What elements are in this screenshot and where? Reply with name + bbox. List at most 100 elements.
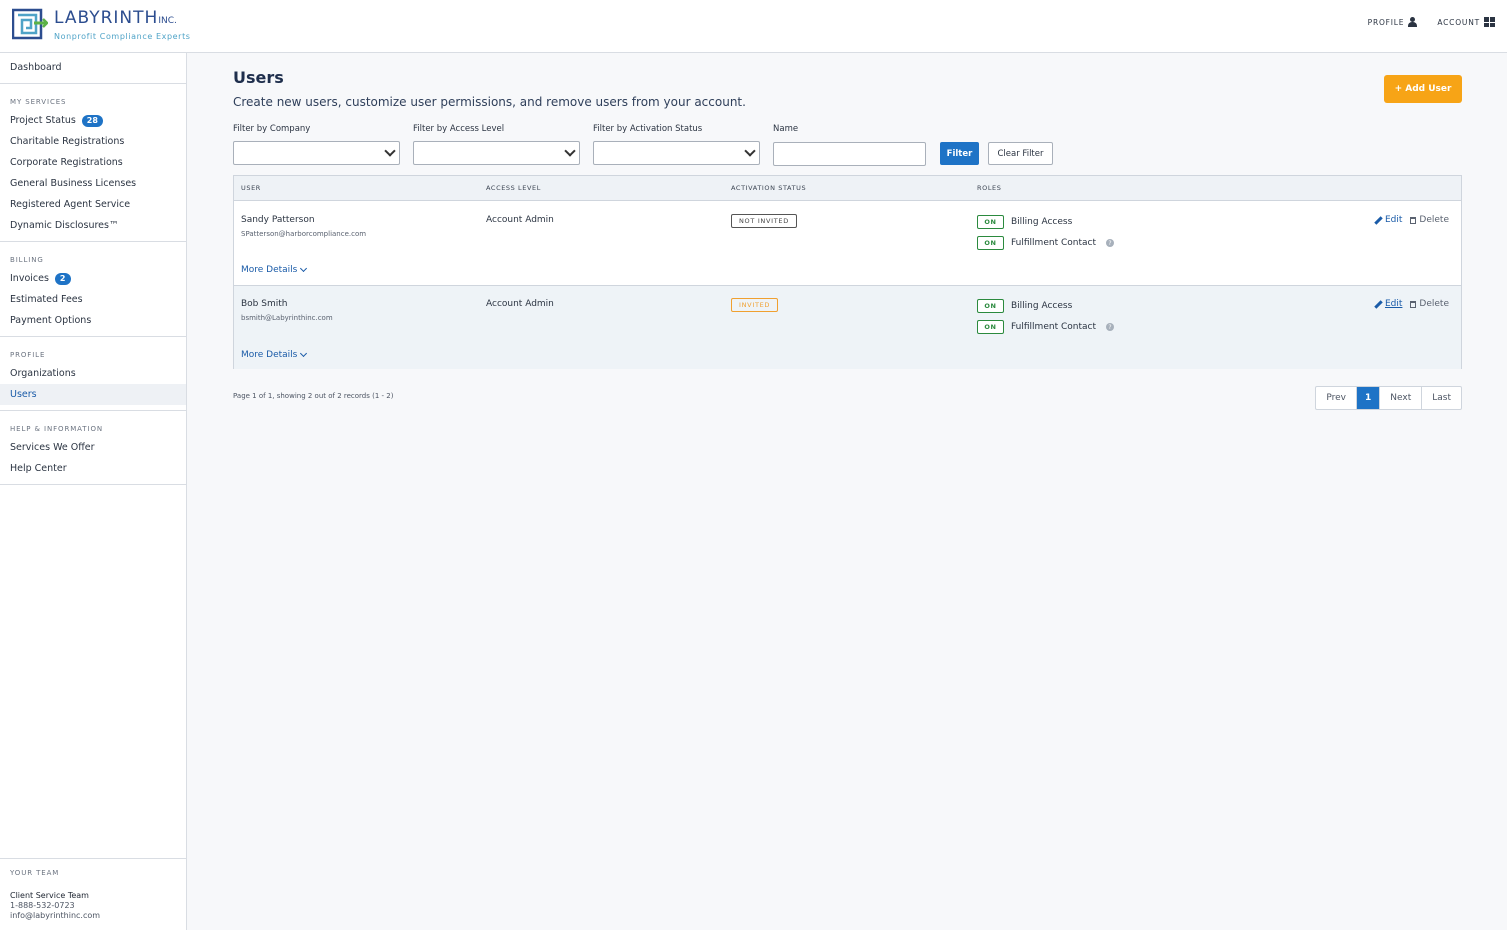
sidebar-item-estimated-fees[interactable]: Estimated Fees: [0, 289, 186, 310]
sidebar-item-general-business-licenses[interactable]: General Business Licenses: [0, 173, 186, 194]
account-label: ACCOUNT: [1437, 17, 1480, 27]
row-actions: Edit Delete: [1375, 215, 1449, 225]
access-level: Account Admin: [486, 299, 554, 309]
name-filter: Name: [773, 124, 926, 166]
row-actions: Edit Delete: [1375, 299, 1449, 309]
sidebar-item-charitable-registrations[interactable]: Charitable Registrations: [0, 131, 186, 152]
name-filter-label: Name: [773, 124, 799, 134]
page-title: Users: [233, 68, 284, 87]
pencil-icon: [1375, 217, 1382, 224]
role-billing-access: ON Billing Access: [977, 215, 1114, 229]
activation-status-select[interactable]: [593, 141, 760, 165]
name-input[interactable]: [773, 142, 926, 166]
section-heading-billing: BILLING: [10, 256, 44, 264]
person-icon: [1408, 17, 1418, 27]
access-level-select[interactable]: [413, 141, 580, 165]
profile-menu[interactable]: PROFILE: [1368, 17, 1418, 27]
current-page-button[interactable]: 1: [1357, 387, 1381, 409]
chevron-down-icon: [564, 145, 576, 157]
divider: [0, 83, 186, 84]
company-select[interactable]: [233, 141, 400, 165]
chevron-down-icon: [300, 264, 308, 273]
sidebar-item-corporate-registrations[interactable]: Corporate Registrations: [0, 152, 186, 173]
edit-button[interactable]: Edit: [1375, 299, 1402, 309]
sidebar-item-organizations[interactable]: Organizations: [0, 363, 186, 384]
role-toggle[interactable]: ON: [977, 236, 1004, 250]
role-toggle[interactable]: ON: [977, 215, 1004, 229]
section-heading-profile: PROFILE: [10, 351, 46, 359]
section-heading-my-services: MY SERVICES: [10, 98, 67, 106]
user-email: bsmith@Labyrinthinc.com: [241, 314, 333, 322]
help-icon[interactable]: ?: [1105, 323, 1114, 331]
last-page-button[interactable]: Last: [1422, 387, 1461, 409]
sidebar-item-dynamic-disclosures[interactable]: Dynamic Disclosures™: [0, 215, 186, 236]
sidebar-item-users[interactable]: Users: [0, 384, 186, 405]
pencil-icon: [1375, 301, 1382, 308]
help-icon[interactable]: ?: [1105, 239, 1114, 247]
activation-filter: Filter by Activation Status: [593, 124, 760, 165]
invoices-count-badge: 2: [54, 272, 71, 285]
chevron-down-icon: [384, 145, 396, 157]
role-toggle[interactable]: ON: [977, 299, 1004, 313]
account-menu[interactable]: ACCOUNT: [1437, 17, 1495, 27]
sidebar-item-services-we-offer[interactable]: Services We Offer: [0, 437, 186, 458]
pagination: Prev 1 Next Last: [1315, 386, 1462, 410]
sidebar-item-invoices[interactable]: Invoices 2: [0, 268, 186, 289]
next-page-button[interactable]: Next: [1380, 387, 1423, 409]
role-toggle[interactable]: ON: [977, 320, 1004, 334]
column-header-user: USER: [241, 184, 261, 192]
more-details-link[interactable]: More Details: [241, 349, 308, 360]
company-logo[interactable]: LABYRINTHINC. Nonprofit Compliance Exper…: [11, 8, 191, 41]
roles-list: ON Billing Access ON Fulfillment Contact…: [977, 299, 1114, 334]
status-badge: NOT INVITED: [731, 214, 797, 228]
chevron-down-icon: [300, 349, 308, 358]
user-name: Sandy Patterson: [241, 215, 315, 225]
divider: [0, 484, 186, 485]
column-header-access-level: ACCESS LEVEL: [486, 184, 541, 192]
sidebar-item-registered-agent-service[interactable]: Registered Agent Service: [0, 194, 186, 215]
column-header-roles: ROLES: [977, 184, 1002, 192]
section-heading-help: HELP & INFORMATION: [10, 425, 103, 433]
role-billing-access: ON Billing Access: [977, 299, 1114, 313]
brand-name: LABYRINTH: [54, 8, 159, 28]
sidebar-item-project-status[interactable]: Project Status 28: [0, 110, 186, 131]
users-table: USER ACCESS LEVEL ACTIVATION STATUS ROLE…: [233, 175, 1462, 369]
role-fulfillment-contact: ON Fulfillment Contact ?: [977, 320, 1114, 334]
page-subtitle: Create new users, customize user permiss…: [233, 95, 746, 109]
prev-page-button[interactable]: Prev: [1316, 387, 1358, 409]
brand-suffix: INC.: [158, 16, 177, 26]
table-row: Sandy Patterson SPatterson@harborcomplia…: [234, 201, 1461, 285]
sidebar-item-dashboard[interactable]: Dashboard: [0, 57, 186, 78]
team-name: Client Service Team: [10, 891, 89, 900]
labyrinth-maze-icon: [11, 8, 49, 40]
team-heading: YOUR TEAM: [10, 869, 60, 877]
roles-list: ON Billing Access ON Fulfillment Contact…: [977, 215, 1114, 250]
company-filter: Filter by Company: [233, 124, 400, 165]
access-filter: Filter by Access Level: [413, 124, 580, 165]
sidebar-item-payment-options[interactable]: Payment Options: [0, 310, 186, 331]
grid-icon: [1484, 17, 1495, 27]
sidebar: Dashboard MY SERVICES Project Status 28 …: [0, 53, 187, 930]
access-level: Account Admin: [486, 215, 554, 225]
profile-label: PROFILE: [1367, 17, 1405, 27]
divider: [0, 410, 186, 411]
more-details-link[interactable]: More Details: [241, 264, 308, 275]
team-phone[interactable]: 1-888-532-0723: [10, 901, 176, 910]
user-email: SPatterson@harborcompliance.com: [241, 230, 367, 238]
add-user-button[interactable]: + Add User: [1384, 75, 1462, 103]
divider: [0, 241, 186, 242]
activation-filter-label: Filter by Activation Status: [593, 124, 703, 134]
sidebar-item-help-center[interactable]: Help Center: [0, 458, 186, 479]
top-header: LABYRINTHINC. Nonprofit Compliance Exper…: [0, 0, 1507, 53]
clear-filter-button[interactable]: Clear Filter: [988, 142, 1053, 165]
edit-button[interactable]: Edit: [1375, 215, 1402, 225]
filter-button[interactable]: Filter: [940, 142, 979, 165]
company-filter-label: Filter by Company: [233, 124, 311, 134]
status-badge: INVITED: [731, 298, 779, 312]
role-fulfillment-contact: ON Fulfillment Contact ?: [977, 236, 1114, 250]
divider: [0, 336, 186, 337]
delete-button[interactable]: Delete: [1410, 215, 1449, 225]
team-email[interactable]: info@labyrinthinc.com: [10, 911, 176, 920]
table-row: Bob Smith bsmith@Labyrinthinc.com More D…: [234, 285, 1461, 369]
delete-button[interactable]: Delete: [1410, 299, 1449, 309]
